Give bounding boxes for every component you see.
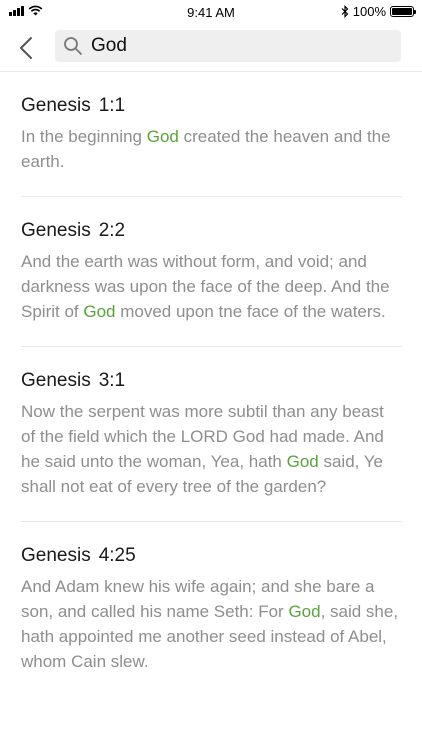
verse-result[interactable]: Genesis 2:2 And the earth was without for…: [21, 197, 402, 347]
verse-book: Genesis: [21, 545, 91, 566]
bluetooth-icon: [341, 5, 349, 18]
results-list: Genesis 1:1 In the beginning God created …: [0, 72, 422, 696]
verse-result[interactable]: Genesis 1:1 In the beginning God created …: [21, 72, 402, 197]
search-input[interactable]: [91, 35, 381, 57]
verse-reference: Genesis 1:1: [21, 94, 402, 118]
battery-percent: 100%: [352, 4, 386, 19]
search-icon: [63, 36, 83, 56]
verse-match-highlight: God: [288, 602, 321, 621]
verse-result[interactable]: Genesis 4:25 And Adam knew his wife again…: [21, 522, 402, 696]
verse-result[interactable]: Genesis 3:1 Now the serpent was more subt…: [21, 347, 402, 522]
verse-text: And the earth was without form, and void…: [21, 249, 402, 324]
back-button[interactable]: [14, 34, 38, 62]
verse-chapter-verse: 4:25: [98, 545, 136, 566]
verse-text-after: moved upon tne face of the waters.: [115, 302, 386, 321]
verse-reference: Genesis 3:1: [21, 369, 402, 393]
back-chevron-icon: [20, 37, 32, 59]
verse-reference: Genesis 2:2: [21, 219, 402, 243]
verse-book: Genesis: [21, 370, 91, 391]
verse-chapter-verse: 3:1: [98, 370, 126, 391]
verse-text: Now the serpent was more subtil than any…: [21, 399, 402, 499]
verse-text-before: In the beginning: [21, 127, 147, 146]
status-right: 100%: [341, 4, 416, 19]
verse-reference: Genesis 4:25: [21, 544, 402, 568]
verse-book: Genesis: [21, 95, 91, 116]
verse-match-highlight: God: [83, 302, 116, 321]
verse-chapter-verse: 2:2: [98, 220, 126, 241]
search-header: [0, 26, 422, 72]
verse-text: And Adam knew his wife again; and she ba…: [21, 574, 402, 674]
verse-text: In the beginning God created the heaven …: [21, 124, 402, 174]
verse-book: Genesis: [21, 220, 91, 241]
verse-match-highlight: God: [146, 127, 179, 146]
search-box[interactable]: [55, 30, 401, 62]
status-bar: 9:41 AM 100%: [0, 0, 422, 26]
verse-chapter-verse: 1:1: [98, 95, 126, 116]
verse-match-highlight: God: [286, 452, 319, 471]
battery-icon: [390, 6, 416, 17]
